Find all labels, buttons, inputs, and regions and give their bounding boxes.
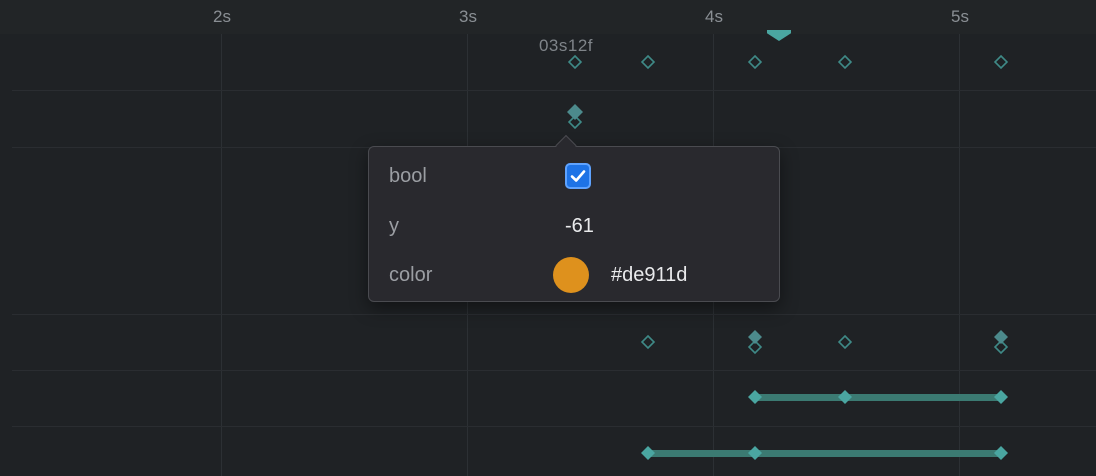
keyframe-diamond-icon xyxy=(748,390,762,404)
keyframe-diamond-icon xyxy=(994,390,1008,404)
checkmark-icon xyxy=(570,170,586,182)
keyframe-diamond-icon xyxy=(748,330,762,344)
color-swatch[interactable] xyxy=(553,257,589,293)
track-row-5 xyxy=(641,446,1008,460)
keyframe-diamond-icon xyxy=(993,54,1009,70)
bool-checkbox[interactable] xyxy=(565,163,591,189)
bool-value xyxy=(565,163,591,189)
interpolation-bar xyxy=(648,450,1001,457)
track-row-3-filled xyxy=(748,330,1008,344)
keyframe-diamond-icon xyxy=(994,330,1008,344)
keyframe-diamond-icon xyxy=(748,446,762,460)
keyframe-diamond-icon xyxy=(567,54,583,70)
keyframe-diamond-icon xyxy=(640,334,656,350)
track-row-4 xyxy=(748,390,1008,404)
track-row-2 xyxy=(567,104,583,130)
keyframe-diamond-icon xyxy=(838,390,852,404)
keyframe-selected-diamond-icon xyxy=(567,104,583,120)
keyframe-diamond-icon xyxy=(837,54,853,70)
track-row-3 xyxy=(640,334,1009,355)
keyframe-diamond-icon xyxy=(747,54,763,70)
popover-row-bool: bool xyxy=(389,161,759,191)
keyframe-diamond-icon xyxy=(641,446,655,460)
y-value[interactable]: -61 xyxy=(565,215,594,238)
keyframe-diamond-icon xyxy=(640,54,656,70)
color-hex-value[interactable]: #de911d xyxy=(611,264,687,287)
timeline-panel[interactable]: 2s 3s 4s 5s 03s12f bool y -61 color #de9… xyxy=(0,0,1096,476)
popover-row-color: color #de911d xyxy=(389,257,759,293)
bool-label: bool xyxy=(389,164,427,187)
popover-row-y: y -61 xyxy=(389,211,759,241)
keyframe-value-popover: bool y -61 color #de911d xyxy=(368,146,780,302)
interpolation-bar xyxy=(755,394,1001,401)
track-row-1 xyxy=(567,54,1009,70)
keyframe-diamond-icon xyxy=(994,446,1008,460)
y-label: y xyxy=(389,214,399,237)
color-label: color xyxy=(389,263,433,286)
keyframe-diamond-icon xyxy=(837,334,853,350)
color-value-group: #de911d xyxy=(553,257,687,293)
